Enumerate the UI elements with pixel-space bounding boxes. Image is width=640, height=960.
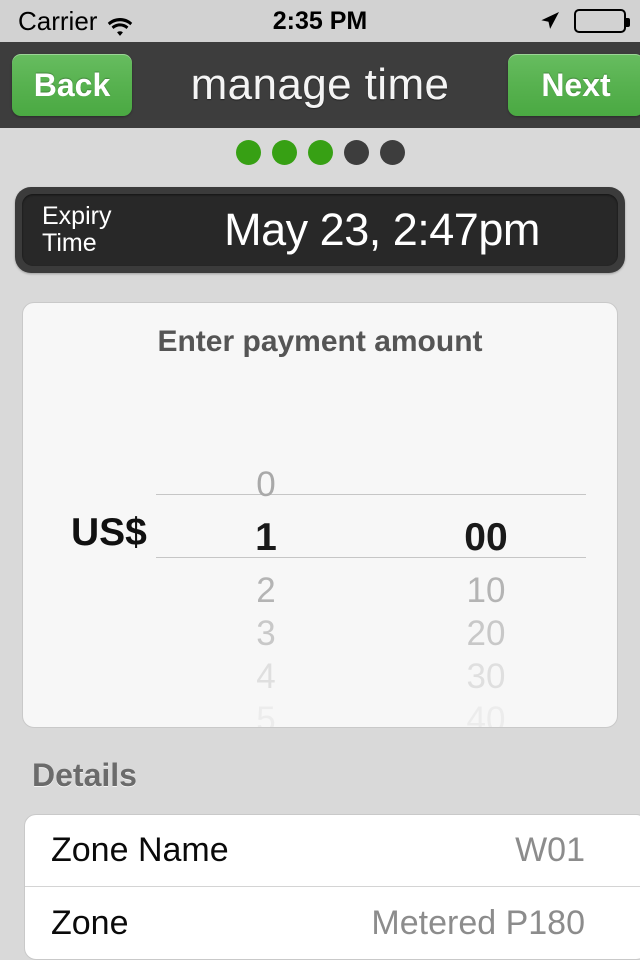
wheel-item[interactable]: 4 [176,655,356,698]
wheel-item[interactable]: 20 [396,612,576,655]
location-arrow-icon [538,9,562,33]
dollars-wheel[interactable]: 0 1 2 3 4 5 [176,463,356,727]
expiry-time-bar: Expiry Time May 23, 2:47pm [15,187,625,273]
detail-label: Zone Name [51,831,229,869]
status-bar-right [538,9,630,33]
wheel-item[interactable]: 40 [396,698,576,727]
details-heading: Details [32,757,137,793]
wheel-item[interactable]: 2 [176,569,356,612]
expiry-time-panel: Expiry Time May 23, 2:47pm [22,194,618,266]
table-row[interactable]: Zone Name W01 [25,815,640,887]
wheel-item[interactable]: 5 [176,698,356,727]
cents-wheel[interactable]: 00 10 20 30 40 [396,463,576,727]
page-dot-3[interactable] [307,140,333,165]
battery-full-icon [574,9,630,33]
next-button[interactable]: Next [508,54,640,116]
payment-amount-heading: Enter payment amount [157,325,483,358]
navigation-bar: Back manage time Next [0,42,640,128]
page-dot-1[interactable] [235,140,261,165]
wheel-item-selected[interactable]: 1 [176,506,356,569]
expiry-time-value: May 23, 2:47pm [224,204,540,255]
page-dot-4[interactable] [343,140,369,165]
detail-value: W01 [515,831,585,869]
detail-value: Metered P180 [371,903,585,942]
wheel-item[interactable]: 30 [396,655,576,698]
wheel-item-selected[interactable]: 00 [396,506,576,569]
expiry-time-label: Expiry Time [42,202,112,257]
payment-amount-picker[interactable]: US$ 0 1 2 3 4 5 00 10 20 30 40 [23,463,617,727]
wheel-item[interactable]: 3 [176,612,356,655]
detail-label: Zone [51,903,129,942]
wheel-item[interactable]: 0 [176,463,356,506]
page-dot-5[interactable] [379,140,405,165]
payment-amount-card: Enter payment amount US$ 0 1 2 3 4 5 00 … [22,302,618,728]
page-dot-2[interactable] [271,140,297,165]
currency-label: US$ [71,511,147,554]
table-row[interactable]: Zone Metered P180 [25,887,640,959]
wheel-item[interactable]: 10 [396,569,576,612]
status-bar: Carrier 2:35 PM [0,0,640,42]
app-screen: Carrier 2:35 PM Back manage time Next Ex… [0,0,640,960]
page-indicator[interactable] [0,140,640,165]
details-card: Zone Name W01 Zone Metered P180 [24,814,640,960]
wheel-item-empty [396,463,576,506]
